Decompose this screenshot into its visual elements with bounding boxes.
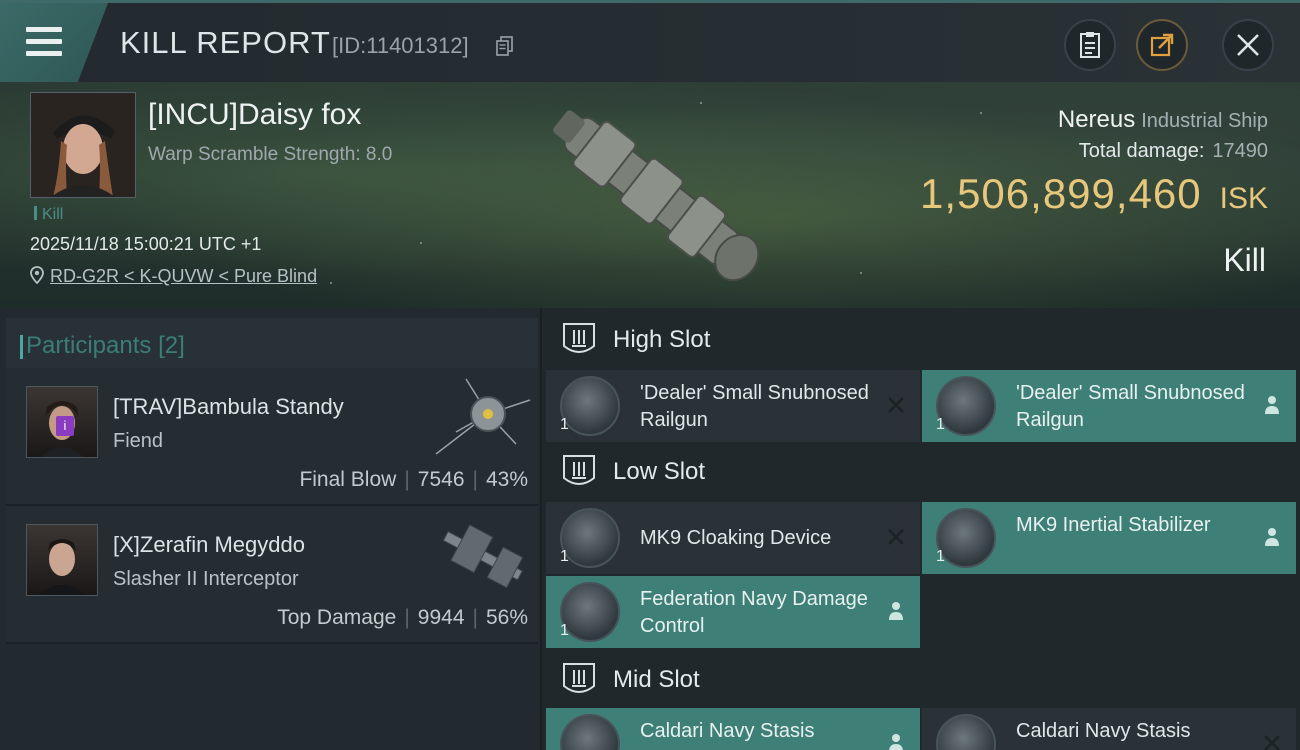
kill-outcome: Kill — [1223, 242, 1266, 278]
participant-ship-image — [442, 524, 524, 589]
dropped-person-icon — [1265, 528, 1279, 546]
close-button[interactable] — [1222, 19, 1274, 71]
railgun-icon — [936, 376, 996, 436]
cloaking-device-icon — [560, 508, 620, 568]
fitting-panel: High Slot 1 'Dealer' Small Snubnosed Rai… — [542, 308, 1300, 750]
module-name: 'Dealer' Small Snubnosed Railgun — [640, 382, 869, 431]
module-quantity: 1 — [936, 416, 945, 433]
participants-panel: Participants [2] i [TRAV]Bambula Standy … — [0, 308, 542, 750]
module-quantity: 1 — [560, 622, 569, 639]
isk-unit: ISK — [1219, 182, 1268, 215]
clipboard-icon — [1080, 32, 1100, 58]
dropped-person-icon — [889, 734, 903, 750]
clipboard-button[interactable] — [1064, 19, 1116, 71]
avatar — [31, 93, 135, 197]
railgun-icon — [560, 376, 620, 436]
participant-avatar — [26, 524, 98, 596]
dropped-person-icon — [1265, 396, 1279, 414]
high-slot-icon — [563, 323, 595, 353]
participant-row[interactable]: i [TRAV]Bambula Standy Fiend Final Blow |… — [6, 368, 538, 506]
mid-slot-icon — [563, 663, 595, 693]
participant-stats: Top Damage | 9944 | 56% — [277, 606, 528, 629]
participant-name: [TRAV]Bambula Standy — [113, 394, 344, 419]
share-icon — [1150, 33, 1174, 57]
total-damage: Total damage: 17490 — [1079, 140, 1268, 163]
participant-role: Final Blow — [299, 468, 397, 491]
warp-scramble-strength: Warp Scramble Strength: 8.0 — [148, 144, 393, 165]
victim-ship-image — [553, 110, 760, 282]
participant-ship: Fiend — [113, 430, 164, 452]
total-damage-value: 17490 — [1212, 140, 1268, 162]
module-name: Federation Navy Damage Control — [640, 588, 868, 637]
participant-damage: 9944 — [417, 606, 465, 629]
participants-title: Participants — [26, 332, 152, 359]
top-bar: KILL REPORT [ID:11401312] — [0, 0, 1300, 82]
mid-slot-header: Mid Slot — [542, 650, 1300, 710]
destroyed-x-icon — [1264, 735, 1280, 750]
isk-value: 1,506,899,460 ISK — [920, 170, 1268, 218]
destroyed-x-icon — [888, 529, 904, 545]
victim-name: [INCU]Daisy fox — [148, 98, 362, 131]
participant-ship: Slasher II Interceptor — [113, 568, 299, 590]
participant-name: [X]Zerafin Megyddo — [113, 532, 305, 557]
inertial-stabilizer-icon — [936, 508, 996, 568]
location-link[interactable]: RD-G2R < K-QUVW < Pure Blind — [50, 266, 317, 286]
low-slot-icon — [563, 455, 595, 485]
high-slot-label: High Slot — [613, 326, 711, 353]
page-title: KILL REPORT — [120, 25, 331, 60]
mid-slot-label: Mid Slot — [613, 666, 700, 693]
dropped-person-icon — [889, 602, 903, 620]
report-id: [ID:11401312] — [332, 33, 469, 58]
participants-header: Participants [2] — [6, 318, 538, 374]
participant-role: Top Damage — [277, 606, 397, 629]
kill-location[interactable]: RD-G2R < K-QUVW < Pure Blind — [30, 266, 317, 287]
info-badge-icon: i — [56, 416, 74, 436]
kill-tag: Kill — [34, 206, 63, 224]
participant-ship-image — [435, 378, 531, 455]
menu-button[interactable] — [0, 3, 108, 82]
kill-timestamp: 2025/11/18 15:00:21 UTC +1 — [30, 234, 262, 254]
participant-damage: 7546 — [417, 468, 465, 491]
ship-name: Nereus — [1057, 106, 1136, 133]
module-item[interactable]: 1 Caldari Navy Stasis — [546, 708, 920, 750]
module-name: MK9 Inertial Stabilizer — [1016, 514, 1211, 536]
participant-percent: 56% — [485, 606, 528, 629]
module-item[interactable]: 1 Federation Navy Damage Control — [546, 576, 920, 648]
module-quantity: 1 — [560, 416, 569, 433]
module-name: Caldari Navy Stasis — [1016, 720, 1191, 742]
low-slot-header: Low Slot — [542, 442, 1300, 502]
participant-percent: 43% — [485, 468, 528, 491]
victim-ship[interactable]: Nereus Industrial Ship — [1058, 106, 1268, 134]
participants-count: [2] — [158, 332, 185, 359]
module-item[interactable]: 1 'Dealer' Small Snubnosed Railgun — [546, 370, 920, 442]
module-name: MK9 Cloaking Device — [640, 527, 832, 549]
close-icon — [1237, 34, 1259, 56]
module-item[interactable]: 1 Caldari Navy Stasis — [922, 708, 1296, 750]
damage-control-icon — [560, 582, 620, 642]
hamburger-icon — [26, 27, 62, 63]
destroyed-x-icon — [888, 397, 904, 413]
low-slot-label: Low Slot — [613, 458, 706, 485]
module-item[interactable]: 1 MK9 Cloaking Device — [546, 502, 920, 574]
share-button[interactable] — [1136, 19, 1188, 71]
participant-stats: Final Blow | 7546 | 43% — [299, 468, 528, 491]
module-quantity: 1 — [560, 548, 569, 565]
module-item[interactable]: 1 'Dealer' Small Snubnosed Railgun — [922, 370, 1296, 442]
victim-portrait[interactable] — [30, 92, 136, 198]
ship-class: Industrial Ship — [1141, 110, 1268, 132]
stasis-webifier-icon — [936, 714, 996, 750]
stasis-webifier-icon — [560, 714, 620, 750]
isk-amount: 1,506,899,460 — [920, 170, 1202, 217]
module-quantity: 1 — [936, 548, 945, 565]
participants-label: Participants [2] — [20, 332, 185, 360]
participant-row[interactable]: [X]Zerafin Megyddo Slasher II Intercepto… — [6, 506, 538, 644]
copy-icon[interactable] — [496, 36, 514, 56]
victim-banner: [INCU]Daisy fox Warp Scramble Strength: … — [0, 82, 1300, 308]
high-slot-header: High Slot — [542, 310, 1300, 370]
module-name: Caldari Navy Stasis — [640, 720, 815, 742]
location-pin-icon — [30, 266, 44, 285]
total-damage-label: Total damage: — [1078, 140, 1205, 162]
module-name: 'Dealer' Small Snubnosed Railgun — [1016, 382, 1245, 431]
module-item[interactable]: 1 MK9 Inertial Stabilizer — [922, 502, 1296, 574]
